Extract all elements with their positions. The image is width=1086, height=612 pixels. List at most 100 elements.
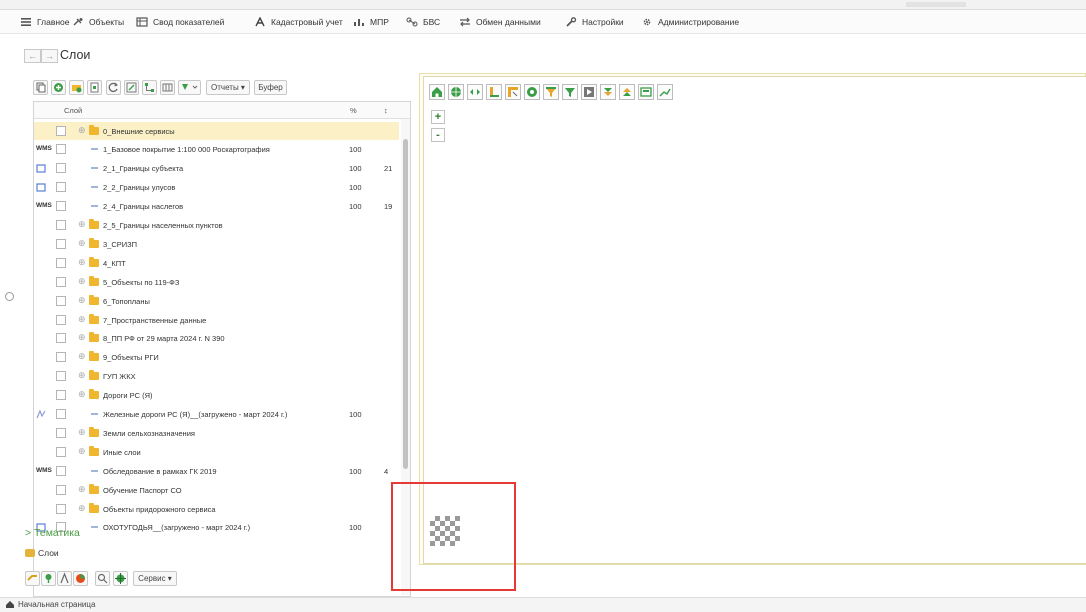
table-row-folder[interactable]: ⊕ ГУП ЖКХ: [34, 367, 399, 386]
pie-chart-icon[interactable]: [73, 571, 88, 586]
table-row-folder[interactable]: ⊕ Обучение Паспорт СО: [34, 481, 399, 500]
visibility-checkbox[interactable]: [56, 390, 66, 401]
visibility-checkbox[interactable]: [56, 446, 66, 457]
menu-item-data-exchange[interactable]: Обмен данными: [459, 16, 541, 28]
table-row-folder[interactable]: ⊕ Объекты придорожного сервиса: [34, 500, 399, 519]
pin-mode-icon[interactable]: [41, 571, 56, 586]
table-row-folder[interactable]: ⊕ 7_Пространственные данные: [34, 311, 399, 330]
columns-button[interactable]: [160, 80, 175, 95]
service-dropdown-button[interactable]: Сервис ▾: [133, 571, 177, 586]
table-row-folder[interactable]: ⊕ Иные слои: [34, 443, 399, 462]
refresh-button[interactable]: [106, 80, 121, 95]
expand-icon[interactable]: ⊕: [78, 389, 87, 400]
expand-icon[interactable]: ⊕: [78, 427, 87, 438]
visibility-checkbox[interactable]: [56, 371, 66, 382]
table-row-folder[interactable]: ⊕ 4_КПТ: [34, 254, 399, 273]
table-row-layer[interactable]: WMS 1_Базовое покрытие 1:100 000 Роскарто…: [34, 140, 399, 159]
visibility-checkbox[interactable]: [56, 144, 66, 155]
table-row-layer[interactable]: 2_2_Границы улусов 100: [34, 178, 399, 197]
visibility-checkbox[interactable]: [56, 503, 66, 514]
table-row-folder[interactable]: ⊕ 6_Топопланы: [34, 292, 399, 311]
info-icon[interactable]: [524, 84, 540, 100]
menu-item-mpr[interactable]: МПР: [353, 16, 389, 28]
menu-item-objects[interactable]: Объекты: [72, 16, 124, 28]
table-row-folder[interactable]: ⊕ 9_Объекты РГИ: [34, 348, 399, 367]
table-row-folder[interactable]: ⊕ 0_Внешние сервисы: [34, 121, 399, 141]
table-row-layer[interactable]: ОХОТУГОДЬЯ__(загружено - март 2024 г.) 10…: [34, 518, 399, 537]
layers-export-icon[interactable]: [619, 84, 635, 100]
menu-item-settings[interactable]: Настройки: [565, 16, 624, 28]
table-row-folder[interactable]: ⊕ Земли сельхозназначения: [34, 424, 399, 443]
expand-icon[interactable]: ⊕: [78, 446, 87, 457]
table-row-layer[interactable]: 2_1_Границы субъекта 100 21: [34, 159, 399, 178]
expand-icon[interactable]: ⊕: [78, 295, 87, 306]
menu-item-bvs[interactable]: БВС: [406, 16, 440, 28]
copy-button[interactable]: [33, 80, 48, 95]
expand-icon[interactable]: ⊕: [78, 370, 87, 381]
table-row-folder[interactable]: ⊕ 2_5_Границы населенных пунктов: [34, 216, 399, 235]
expand-icon[interactable]: ⊕: [78, 257, 87, 268]
visibility-checkbox[interactable]: [56, 201, 66, 212]
expand-icon[interactable]: ⊕: [78, 484, 87, 495]
measure-icon[interactable]: [486, 84, 502, 100]
visibility-checkbox[interactable]: [56, 465, 66, 476]
zoom-in-button[interactable]: +: [431, 110, 445, 124]
table-row-layer[interactable]: WMS 2_4_Границы наслегов 100 19: [34, 197, 399, 216]
funnel-icon[interactable]: [562, 84, 578, 100]
column-header-order[interactable]: ↕: [384, 106, 388, 115]
layers-mode-icon[interactable]: [25, 571, 40, 586]
visibility-checkbox[interactable]: [56, 257, 66, 268]
letter-lambda-icon[interactable]: [57, 571, 72, 586]
layers-import-icon[interactable]: [600, 84, 616, 100]
expand-icon[interactable]: ⊕: [78, 351, 87, 362]
visibility-checkbox[interactable]: [56, 220, 66, 230]
visibility-checkbox[interactable]: [56, 163, 66, 174]
import-dropdown-button[interactable]: [178, 80, 201, 95]
expand-icon[interactable]: ⊕: [78, 276, 87, 287]
pan-icon[interactable]: [467, 84, 483, 100]
menu-item-cadastre[interactable]: Кадастровый учет: [254, 16, 343, 28]
menu-item-indicators[interactable]: Свод показателей: [136, 16, 224, 28]
forward-button[interactable]: →: [41, 49, 58, 63]
table-row-folder[interactable]: ⊕ 8_ПП РФ от 29 марта 2024 г. N 390: [34, 329, 399, 348]
thematic-section-toggle[interactable]: > Тематика: [25, 527, 80, 539]
crosshair-icon[interactable]: [113, 571, 128, 586]
zoom-out-button[interactable]: -: [431, 128, 445, 142]
edit-button[interactable]: [124, 80, 139, 95]
expand-icon[interactable]: ⊕: [78, 332, 87, 343]
visibility-checkbox[interactable]: [56, 314, 66, 325]
search-icon[interactable]: [95, 571, 110, 586]
back-button[interactable]: ←: [24, 49, 41, 63]
visibility-checkbox[interactable]: [56, 333, 66, 344]
visibility-checkbox[interactable]: [56, 295, 66, 306]
visibility-checkbox[interactable]: [56, 484, 66, 495]
panel-resize-handle[interactable]: [5, 292, 14, 301]
copy-layer-button[interactable]: [87, 80, 102, 95]
expand-icon[interactable]: ⊕: [78, 125, 87, 136]
expand-icon[interactable]: ⊕: [78, 219, 87, 230]
expand-icon[interactable]: ⊕: [78, 314, 87, 325]
visibility-checkbox[interactable]: [56, 352, 66, 363]
draw-icon[interactable]: [657, 84, 673, 100]
add-folder-button[interactable]: [69, 80, 84, 95]
select-icon[interactable]: [581, 84, 597, 100]
map-canvas[interactable]: + -: [423, 76, 1086, 564]
scrollbar-thumb[interactable]: [403, 139, 408, 469]
expand-icon[interactable]: ⊕: [78, 503, 87, 514]
visibility-checkbox[interactable]: [56, 238, 66, 249]
menu-item-administration[interactable]: Администрирование: [641, 16, 739, 28]
visibility-checkbox[interactable]: [56, 276, 66, 287]
globe-icon[interactable]: [448, 84, 464, 100]
home-page-tab[interactable]: Начальная страница: [6, 600, 95, 609]
expand-icon[interactable]: ⊕: [78, 238, 87, 249]
table-row-folder[interactable]: ⊕ 5_Объекты по 119-ФЗ: [34, 273, 399, 292]
tab-layers[interactable]: Слои: [25, 548, 59, 558]
menu-item-main[interactable]: Главное: [20, 16, 69, 28]
table-row-layer[interactable]: WMS Обследование в рамках ГК 2019 100 4: [34, 462, 399, 481]
home-icon[interactable]: [429, 84, 445, 100]
filter-icon[interactable]: [543, 84, 559, 100]
table-row-folder[interactable]: ⊕ 3_СРИЗП: [34, 235, 399, 254]
visibility-checkbox[interactable]: [56, 409, 66, 419]
table-row-layer[interactable]: Железные дороги РС (Я)__(загружено - мар…: [34, 405, 399, 424]
column-header-percent[interactable]: %: [350, 106, 357, 115]
